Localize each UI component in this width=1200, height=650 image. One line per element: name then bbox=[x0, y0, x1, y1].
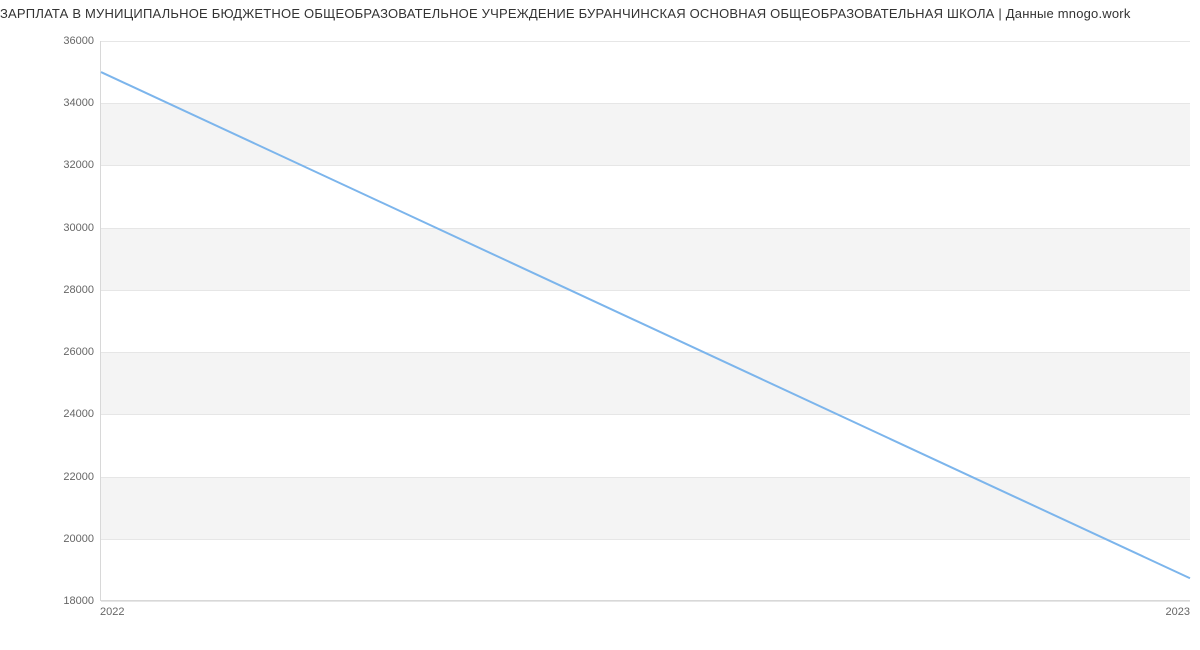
y-tick-label: 36000 bbox=[14, 35, 94, 47]
x-tick-label: 2022 bbox=[100, 606, 124, 618]
plot-area bbox=[100, 41, 1190, 601]
y-tick-label: 32000 bbox=[14, 159, 94, 171]
series-line bbox=[101, 72, 1190, 578]
chart-title: ЗАРПЛАТА В МУНИЦИПАЛЬНОЕ БЮДЖЕТНОЕ ОБЩЕО… bbox=[0, 0, 1200, 21]
y-tick-label: 22000 bbox=[14, 471, 94, 483]
y-tick-label: 30000 bbox=[14, 222, 94, 234]
y-tick-label: 34000 bbox=[14, 97, 94, 109]
x-tick-label: 2023 bbox=[1166, 606, 1190, 618]
y-tick-label: 26000 bbox=[14, 346, 94, 358]
gridline bbox=[101, 601, 1190, 602]
y-tick-label: 24000 bbox=[14, 408, 94, 420]
y-tick-label: 20000 bbox=[14, 533, 94, 545]
chart-area: 18000 20000 22000 24000 26000 28000 30000 32000… bbox=[0, 21, 1200, 639]
y-tick-label: 28000 bbox=[14, 284, 94, 296]
line-svg bbox=[101, 41, 1190, 600]
y-tick-label: 18000 bbox=[14, 595, 94, 607]
